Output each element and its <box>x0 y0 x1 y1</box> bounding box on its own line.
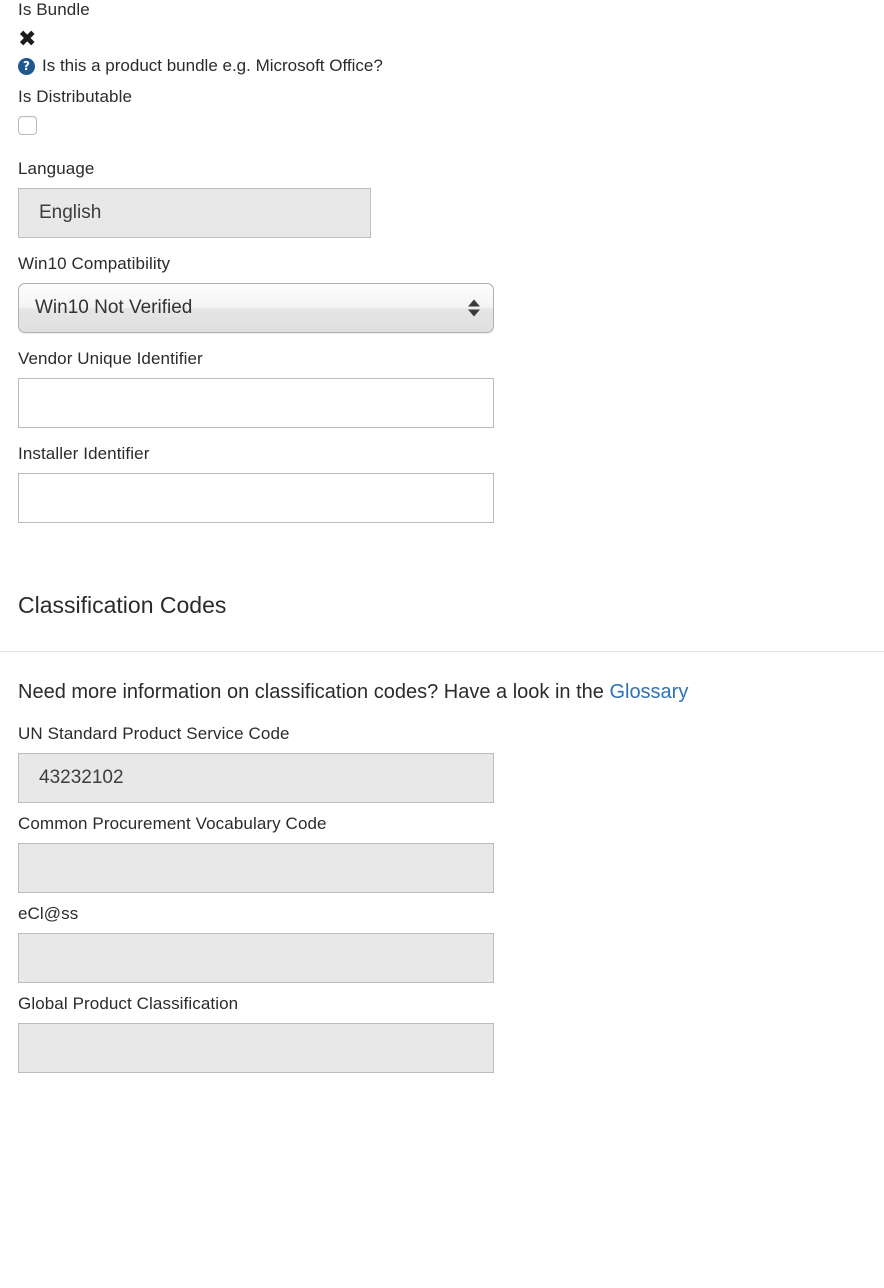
vendor-unique-identifier-input[interactable] <box>18 378 494 428</box>
installer-identifier-input[interactable] <box>18 473 494 523</box>
language-label: Language <box>18 159 95 178</box>
field-eclass: eCl@ss <box>18 904 866 983</box>
field-installer-identifier: Installer Identifier <box>18 444 866 523</box>
classification-codes-heading: Classification Codes <box>18 592 227 618</box>
divider-spacer <box>18 652 866 680</box>
global-product-classification-label: Global Product Classification <box>18 994 239 1013</box>
global-product-classification-input <box>18 1023 494 1073</box>
field-is-bundle: Is Bundle ✖ ? Is this a product bundle e… <box>18 0 866 76</box>
win10-compatibility-select[interactable]: Win10 Not Verified <box>18 283 494 333</box>
is-distributable-checkbox[interactable] <box>18 116 37 135</box>
field-vendor-unique-identifier: Vendor Unique Identifier <box>18 349 866 428</box>
field-is-distributable: Is Distributable <box>18 87 866 135</box>
installer-identifier-label: Installer Identifier <box>18 444 150 463</box>
question-mark-icon: ? <box>18 57 35 75</box>
field-win10-compatibility: Win10 Compatibility Win10 Not Verified <box>18 254 866 333</box>
is-bundle-help-text: Is this a product bundle e.g. Microsoft … <box>42 56 383 75</box>
is-distributable-label: Is Distributable <box>18 87 133 106</box>
field-common-procurement-vocabulary-code: Common Procurement Vocabulary Code <box>18 814 866 893</box>
field-language: Language English <box>18 159 866 238</box>
win10-compatibility-label: Win10 Compatibility <box>18 254 171 273</box>
language-input: English <box>18 188 371 238</box>
classification-info-text: Need more information on classification … <box>18 681 610 703</box>
is-bundle-label: Is Bundle <box>18 0 90 19</box>
product-details-form: Is Bundle ✖ ? Is this a product bundle e… <box>0 0 884 1073</box>
un-standard-product-service-code-label: UN Standard Product Service Code <box>18 724 290 743</box>
common-procurement-vocabulary-code-input <box>18 843 494 893</box>
eclass-input <box>18 933 494 983</box>
vendor-unique-identifier-label: Vendor Unique Identifier <box>18 349 203 368</box>
field-global-product-classification: Global Product Classification <box>18 994 866 1073</box>
eclass-label: eCl@ss <box>18 904 79 923</box>
glossary-link[interactable]: Glossary <box>609 681 688 703</box>
heading-spacer <box>18 619 866 651</box>
common-procurement-vocabulary-code-label: Common Procurement Vocabulary Code <box>18 814 327 833</box>
cross-mark-icon: ✖ <box>18 27 37 52</box>
field-un-standard-product-service-code: UN Standard Product Service Code 4323210… <box>18 724 866 803</box>
win10-compatibility-select-wrap[interactable]: Win10 Not Verified <box>18 283 494 333</box>
un-standard-product-service-code-input: 43232102 <box>18 753 494 803</box>
is-bundle-help-row: ? Is this a product bundle e.g. Microsof… <box>18 56 866 76</box>
classification-info-line: Need more information on classification … <box>18 680 866 704</box>
